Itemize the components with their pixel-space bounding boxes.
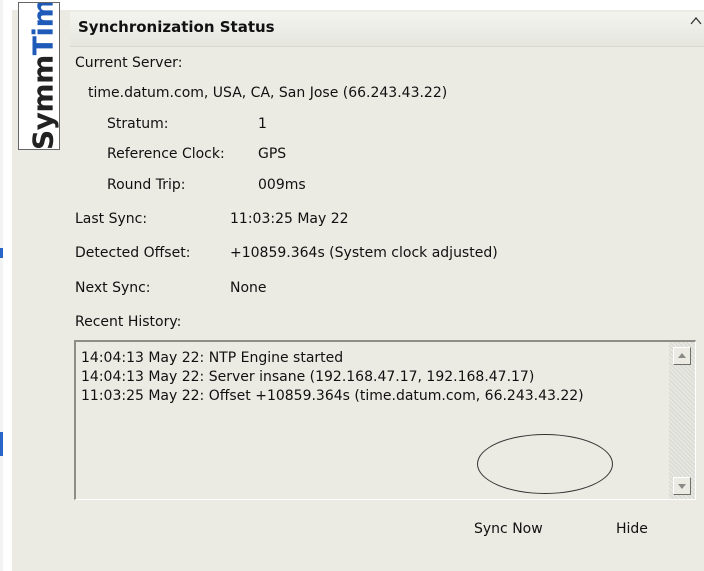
- collapse-chevron-icon[interactable]: [689, 14, 703, 28]
- edge-marker: [0, 248, 3, 258]
- round-trip-value: 009ms: [258, 177, 306, 193]
- round-trip-label: Round Trip:: [107, 177, 186, 193]
- history-log[interactable]: 14:04:13 May 22: NTP Engine started 14:0…: [74, 340, 696, 500]
- arrow-down-icon: [678, 484, 686, 489]
- hide-button[interactable]: Hide: [616, 521, 648, 537]
- arrow-up-icon: [678, 353, 686, 358]
- logo-time-text: Time: [26, 2, 60, 56]
- history-entry: 11:03:25 May 22: Offset +10859.364s (tim…: [81, 388, 584, 404]
- scroll-down-button[interactable]: [673, 477, 691, 495]
- next-sync-value: None: [230, 280, 267, 296]
- last-sync-label: Last Sync:: [75, 211, 148, 227]
- reference-clock-label: Reference Clock:: [107, 146, 225, 162]
- logo-symm-text: Symm: [26, 55, 60, 150]
- edge-marker: [0, 432, 3, 456]
- detected-offset-value: +10859.364s (System clock adjusted): [230, 245, 498, 261]
- history-scrollbar[interactable]: [669, 342, 695, 499]
- stratum-label: Stratum:: [107, 116, 169, 132]
- recent-history-label: Recent History:: [75, 314, 182, 330]
- history-entry: 14:04:13 May 22: NTP Engine started: [81, 350, 344, 366]
- left-window-edge: [0, 0, 3, 571]
- current-server-value: time.datum.com, USA, CA, San Jose (66.24…: [88, 85, 448, 101]
- symmtime-logo: SymmTimeTM: [18, 2, 60, 150]
- stratum-value: 1: [258, 116, 267, 132]
- sync-now-button[interactable]: Sync Now: [474, 521, 543, 537]
- detected-offset-label: Detected Offset:: [75, 245, 191, 261]
- history-entry: 14:04:13 May 22: Server insane (192.168.…: [81, 369, 535, 385]
- scroll-up-button[interactable]: [673, 347, 691, 365]
- reference-clock-value: GPS: [258, 146, 287, 162]
- panel-title: Synchronization Status: [78, 18, 275, 36]
- last-sync-value: 11:03:25 May 22: [230, 211, 349, 227]
- next-sync-label: Next Sync:: [75, 280, 151, 296]
- current-server-label: Current Server:: [75, 55, 183, 71]
